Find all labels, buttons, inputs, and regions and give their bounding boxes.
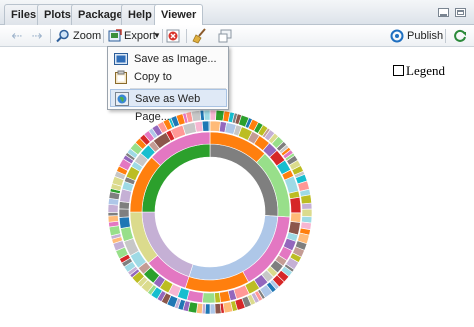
clipboard-icon bbox=[115, 70, 127, 84]
maximize-pane-icon[interactable] bbox=[455, 8, 466, 17]
magnifier-icon bbox=[56, 29, 69, 43]
menu-item-save-as-image[interactable]: Save as Image... bbox=[110, 50, 227, 68]
export-menu: Save as Image... Copy to Clipboard... Sa… bbox=[107, 46, 229, 123]
sunburst-segment[interactable] bbox=[301, 202, 313, 210]
sunburst-segment[interactable] bbox=[107, 212, 119, 217]
tab-viewer[interactable]: Viewer bbox=[154, 4, 204, 26]
show-in-new-window-icon bbox=[218, 29, 232, 43]
publish-button[interactable]: Publish bbox=[390, 28, 444, 44]
toolbar-separator bbox=[103, 29, 104, 43]
minimize-pane-icon[interactable] bbox=[438, 8, 449, 17]
legend-label: Legend bbox=[406, 63, 445, 78]
sunburst-segment[interactable] bbox=[107, 215, 119, 223]
image-icon bbox=[114, 53, 128, 65]
export-label: Export bbox=[124, 30, 156, 42]
sunburst-segment[interactable] bbox=[209, 303, 216, 315]
export-dropdown-arrow-icon: ▼ bbox=[153, 31, 161, 40]
sunburst-segment[interactable] bbox=[204, 303, 211, 315]
tab-help-label: Help bbox=[128, 9, 152, 21]
menu-item-copy-to-clipboard[interactable]: Copy to Clipboard... bbox=[110, 68, 227, 101]
toolbar-separator bbox=[445, 29, 446, 43]
sunburst-segment[interactable] bbox=[290, 212, 302, 223]
sunburst-segment[interactable] bbox=[214, 292, 221, 304]
sunburst-segment[interactable] bbox=[186, 289, 204, 304]
remove-icon bbox=[166, 29, 180, 43]
toolbar-separator bbox=[50, 29, 51, 43]
remove-viewer-button[interactable] bbox=[166, 28, 180, 44]
sunburst-segment[interactable] bbox=[118, 216, 131, 229]
forward-arrow-icon[interactable]: ⇢ bbox=[30, 29, 44, 43]
publish-label: Publish bbox=[407, 30, 444, 42]
back-arrow-icon[interactable]: ⇠ bbox=[10, 29, 24, 43]
toolbar-separator bbox=[186, 29, 187, 43]
toolbar-separator bbox=[162, 29, 163, 43]
refresh-icon bbox=[454, 29, 466, 42]
export-icon bbox=[108, 29, 122, 42]
tab-viewer-label: Viewer bbox=[161, 9, 197, 21]
sunburst-segment[interactable] bbox=[301, 208, 313, 218]
sunburst-segment[interactable] bbox=[202, 292, 216, 304]
viewer-toolbar: ⇠ ⇢ Zoom Export ▼ Publish bbox=[0, 25, 474, 47]
broom-icon bbox=[192, 28, 206, 44]
publish-icon bbox=[390, 29, 404, 43]
refresh-button[interactable] bbox=[453, 28, 467, 44]
clear-all-viewer-button[interactable] bbox=[192, 28, 208, 44]
sunburst-segment[interactable] bbox=[214, 303, 222, 315]
sunburst-segment[interactable] bbox=[107, 204, 119, 213]
menu-item-label: Save as Image... bbox=[134, 53, 217, 65]
sunburst-segment[interactable] bbox=[118, 208, 130, 218]
sunburst-segment[interactable] bbox=[289, 196, 302, 214]
legend-checkbox[interactable] bbox=[393, 65, 404, 76]
globe-icon bbox=[115, 92, 129, 106]
pane-tab-bar: Files Plots Packages Help Viewer bbox=[0, 0, 474, 26]
sunburst-chart[interactable] bbox=[0, 47, 474, 327]
zoom-label: Zoom bbox=[73, 30, 102, 42]
menu-item-save-as-web-page[interactable]: Save as Web Page... bbox=[110, 89, 227, 123]
sunburst-segment[interactable] bbox=[219, 290, 231, 303]
tab-files-label: Files bbox=[11, 9, 37, 21]
export-button[interactable]: Export ▼ bbox=[108, 28, 161, 44]
tab-plots-label: Plots bbox=[44, 9, 71, 21]
new-window-button[interactable] bbox=[218, 28, 232, 44]
menu-item-label: Save as Web Page... bbox=[135, 93, 201, 123]
sunburst-segment[interactable] bbox=[300, 194, 312, 205]
